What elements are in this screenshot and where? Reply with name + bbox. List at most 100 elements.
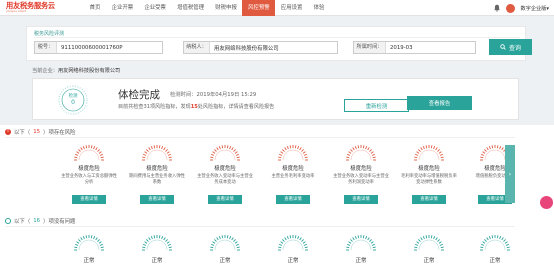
risk-item: 极度危险主营业务收入与工资总额弹性分析 查看详情: [60, 139, 118, 213]
risk-description: 主营业务收入变动率与主营业务利润变动率: [333, 174, 389, 185]
risk-gauge-icon: [346, 145, 376, 161]
result-description: 目前共检查31项风险指标，发现15处风险指标，详情请查看风险报告: [118, 103, 274, 110]
risk-description: 增值税税负变动异常: [475, 174, 515, 179]
gauge-score: 0: [71, 99, 75, 106]
ok-level: 正常: [355, 258, 367, 264]
ok-gauge-icon: [480, 235, 510, 251]
period-value[interactable]: 2019-03: [386, 45, 413, 51]
recheck-button[interactable]: 重新检测: [344, 99, 409, 112]
ok-header-suffix: ）项没有问题: [43, 219, 76, 225]
risk-count: 15: [190, 104, 198, 110]
search-card: 税务风险评测 税号： 91110000600001760P 纳税人： 用友网络科…: [26, 26, 532, 61]
risk-gauge-icon: [414, 145, 444, 161]
floating-help-button[interactable]: [540, 196, 553, 209]
top-navigation-bar: 用友税务服务云 yonyou cloud 首页 企业开票 企业受票 增值税管理 …: [0, 0, 554, 16]
ok-level: 正常: [489, 258, 501, 264]
result-desc-a: 目前共检查31项风险指标，发现: [118, 104, 191, 110]
result-desc-b: 处风险指标，详情请查看风险报告: [197, 104, 275, 110]
search-icon: [500, 44, 506, 50]
risk-gauge-icon: [210, 145, 240, 161]
period-field[interactable]: 所属时间： 2019-03: [353, 41, 476, 54]
check-circle-icon: [5, 218, 11, 224]
view-detail-button[interactable]: 查看详情: [140, 195, 174, 204]
risk-gauge-icon: [142, 145, 172, 161]
nav-item-home[interactable]: 首页: [84, 0, 106, 16]
tax-id-value[interactable]: 91110000600001760P: [57, 45, 123, 51]
risk-gauge-icon: [278, 145, 308, 161]
risk-level: 极度危险: [418, 166, 440, 172]
risk-description: 主营业务收入变动率与主营业务成本变动: [197, 174, 253, 185]
nav-item-tax-filing[interactable]: 财税申报: [210, 0, 243, 16]
section-title: 税务风险评测: [34, 31, 65, 37]
ok-gauge-icon: [74, 235, 104, 251]
nav-item-vat-management[interactable]: 增值税管理: [172, 0, 210, 16]
view-detail-button[interactable]: 查看详情: [208, 195, 242, 204]
ok-gauge-icon: [142, 235, 172, 251]
current-company-value: 用友网络科技股份有限公司: [57, 68, 121, 74]
query-button[interactable]: 查询: [489, 39, 532, 55]
risk-level: 极度危险: [78, 166, 100, 172]
chevron-right-icon: ›: [508, 170, 512, 178]
ok-level: 正常: [423, 258, 435, 264]
nav-item-risk-warning[interactable]: 风控预警: [242, 0, 276, 16]
view-detail-button[interactable]: 查看详情: [344, 195, 378, 204]
ok-item: 正常: [60, 230, 118, 265]
ok-item: 正常: [400, 230, 458, 265]
tax-id-field[interactable]: 税号： 91110000600001760P: [34, 41, 163, 54]
logo-subtext: yonyou cloud: [6, 9, 27, 14]
ok-gauge-icon: [210, 235, 240, 251]
ok-item: 正常: [332, 230, 390, 265]
risk-description: 主营业务毛利率变动率: [271, 174, 315, 179]
risk-header: ! 以下（ 15 ）项存在风险: [5, 128, 75, 136]
avatar[interactable]: [506, 3, 516, 13]
risk-description: 期间费用与主营业务收入弹性系数: [129, 174, 185, 185]
ok-level: 正常: [83, 258, 95, 264]
taxpayer-field[interactable]: 纳税人： 用友网络科技股份有限公司: [183, 41, 338, 54]
view-report-button[interactable]: 查看报告: [407, 96, 472, 110]
divider: [34, 37, 520, 38]
user-menu[interactable]: 数字企业版▾: [520, 5, 549, 12]
logo-text: 用友税务服务云: [6, 0, 55, 10]
ok-header-prefix: 以下（: [14, 219, 31, 225]
nav-item-experience[interactable]: 体验: [308, 0, 330, 16]
risk-item: 极度危险 主营业务毛利率变动率 查看详情: [264, 139, 322, 213]
risk-item: 极度危险毛利率变动率与增值税税负率变动弹性系数 查看详情: [400, 139, 458, 213]
warning-icon: !: [5, 129, 11, 135]
risk-section: ! 以下（ 15 ）项存在风险 极度危险 主营业务收入与工资总额弹性分析 查看详情 极度危…: [0, 125, 554, 265]
risk-item: 极度危险 主营业务收入变动率与主营业务利润变动率 查看详情: [332, 139, 390, 213]
risk-gauge-icon: [74, 145, 104, 161]
main-nav: 首页 企业开票 企业受票 增值税管理 财税申报 风控预警 应用设置 体验: [84, 0, 330, 16]
risk-item: 极度危险 主营业务收入变动率与主营业务成本变动 查看详情: [196, 139, 254, 213]
ok-item: 正常: [466, 230, 524, 265]
view-detail-button[interactable]: 查看详情: [412, 195, 446, 204]
ok-gauge-icon: [346, 235, 376, 251]
tax-id-label: 税号：: [35, 42, 57, 53]
ok-header: 以下（ 16 ）项没有问题: [5, 217, 75, 225]
nav-item-app-settings[interactable]: 应用设置: [275, 0, 308, 16]
risk-level: 极度危险: [146, 166, 168, 172]
current-company-label: 当前企业：: [32, 68, 58, 74]
query-button-label: 查询: [508, 44, 521, 52]
risk-description: 主营业务收入与工资总额弹性分析: [61, 174, 117, 185]
ok-item: 正常: [264, 230, 322, 265]
bell-icon[interactable]: [493, 4, 501, 12]
logo[interactable]: 用友税务服务云 yonyou cloud: [0, 2, 84, 13]
ok-gauge-icon: [414, 235, 444, 251]
ok-header-count: 16: [33, 218, 41, 224]
risk-item: 极度危险期间费用与主营业务收入弹性系数 查看详情: [128, 139, 186, 213]
check-time: 检测时间：2019年04月19日 15:29: [170, 92, 257, 98]
period-label: 所属时间：: [354, 42, 386, 53]
risk-description: 毛利率变动率与增值税税负率变动弹性系数: [401, 174, 457, 185]
ok-item: 正常: [196, 230, 254, 265]
nav-item-receive-invoice[interactable]: 企业受票: [139, 0, 172, 16]
ok-item: 正常: [128, 230, 186, 265]
view-detail-button[interactable]: 查看详情: [72, 195, 106, 204]
taxpayer-label: 纳税人：: [184, 42, 210, 53]
gauge-text: 检测 0: [57, 84, 89, 116]
next-arrow-button[interactable]: ›: [505, 145, 515, 203]
ok-level: 正常: [151, 258, 163, 264]
taxpayer-value[interactable]: 用友网络科技股份有限公司: [210, 44, 279, 52]
result-title: 体检完成: [118, 89, 160, 101]
view-detail-button[interactable]: 查看详情: [276, 195, 310, 204]
nav-item-issue-invoice[interactable]: 企业开票: [106, 0, 139, 16]
